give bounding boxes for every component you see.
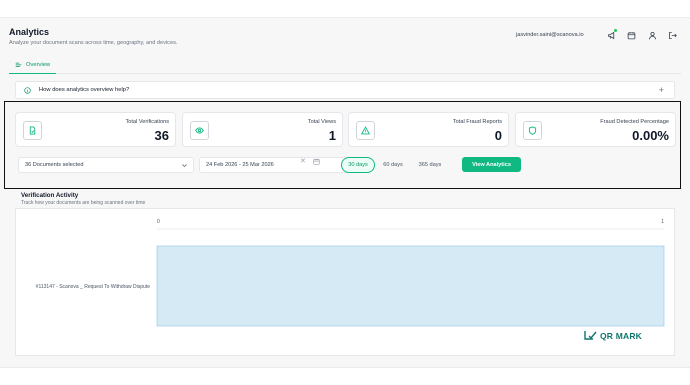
- user-icon[interactable]: [647, 30, 657, 40]
- tab-overview-label: Overview: [26, 61, 51, 68]
- expand-plus-icon[interactable]: +: [659, 85, 664, 95]
- qr-mark-text: QR MARK: [600, 330, 643, 341]
- activity-subtitle: Track how your documents are being scann…: [21, 200, 146, 206]
- help-question: How does analytics overview help?: [39, 87, 130, 93]
- range-60-days-button[interactable]: 60 days: [378, 157, 408, 173]
- calendar-icon[interactable]: [626, 30, 636, 40]
- chart-svg: 0 1 #113147 - Scanova _ Request To Withdra…: [36, 219, 665, 327]
- help-accordion[interactable]: How does analytics overview help? +: [15, 81, 675, 99]
- megaphone-icon[interactable]: [606, 29, 617, 40]
- activity-title: Verification Activity: [21, 192, 79, 199]
- category-label: #113147 - Scanova _ Request To Withdraw …: [36, 284, 151, 290]
- bar: [156, 245, 665, 327]
- stat-card-total-verifications: Total Verifications 36: [15, 112, 176, 147]
- date-range-value: 24 Feb 2026 - 25 Mar 2026: [206, 162, 274, 168]
- stat-value: 36: [154, 128, 169, 143]
- stat-value: 1: [328, 128, 336, 143]
- info-icon: [24, 86, 31, 94]
- warning-triangle-icon: [356, 121, 375, 140]
- documents-select-value: 36 Documents selected: [25, 162, 84, 168]
- page-subtitle: Analyze your document scans across time,…: [9, 40, 178, 46]
- page-header: Analytics Analyze your document scans ac…: [9, 27, 177, 46]
- stat-card-total-fraud-reports: Total Fraud Reports 0: [348, 112, 509, 147]
- notification-dot: [614, 29, 617, 32]
- user-email: jasvinder.saini@scanova.io: [516, 32, 584, 38]
- view-analytics-button[interactable]: View Analytics: [462, 157, 521, 172]
- x-tick-label: 0: [157, 219, 160, 225]
- page-title: Analytics: [9, 27, 50, 37]
- stat-label: Total Verifications: [125, 119, 169, 125]
- chart-bars-icon: [15, 62, 22, 67]
- tab-overview[interactable]: Overview: [9, 56, 57, 74]
- stat-label: Total Views: [307, 119, 336, 125]
- range-365-days-button[interactable]: 365 days: [413, 157, 447, 173]
- x-tick-label: 1: [661, 219, 664, 225]
- date-range-picker[interactable]: 24 Feb 2026 - 25 Mar 2026: [199, 157, 351, 173]
- shield-icon: [523, 121, 542, 140]
- qr-mark-watermark: QR MARK: [584, 330, 642, 341]
- stat-value: 0.00%: [632, 128, 669, 143]
- stat-label: Fraud Detected Percentage: [600, 119, 669, 125]
- verification-activity-chart: 0 1 #113147 - Scanova _ Request To Withdra…: [15, 208, 675, 356]
- stat-card-total-views: Total Views 1: [182, 112, 343, 147]
- eye-icon: [190, 121, 209, 140]
- clear-date-icon[interactable]: ✕: [300, 157, 306, 165]
- calendar-icon[interactable]: [313, 158, 320, 165]
- range-30-days-button[interactable]: 30 days: [341, 157, 375, 173]
- documents-select[interactable]: 36 Documents selected: [18, 157, 194, 173]
- document-check-icon: [23, 121, 42, 140]
- stat-value: 0: [494, 128, 502, 143]
- tab-bar: Overview: [9, 56, 681, 74]
- stat-label: Total Fraud Reports: [452, 119, 502, 125]
- logout-icon[interactable]: [667, 30, 677, 40]
- qr-mark-logo-icon: [584, 331, 597, 340]
- stat-card-fraud-detected-percentage: Fraud Detected Percentage 0.00%: [515, 112, 676, 147]
- chevron-down-icon: [182, 164, 187, 168]
